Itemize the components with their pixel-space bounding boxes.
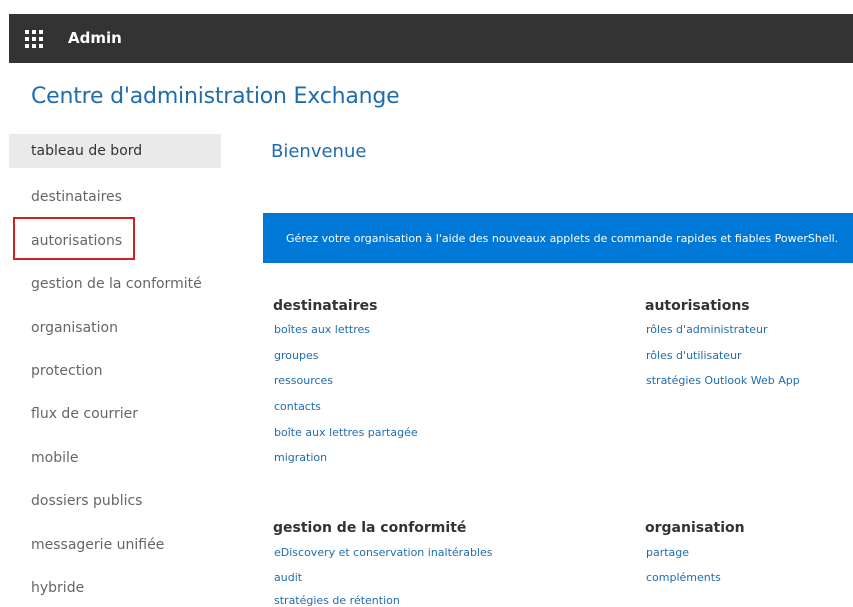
sidebar-item-tableau-de-bord[interactable]: tableau de bord [9, 134, 221, 168]
link-partage[interactable]: partage [646, 546, 689, 559]
sidebar-item-hybride[interactable]: hybride [9, 568, 221, 602]
link-roles-utilisateur[interactable]: rôles d'utilisateur [646, 349, 742, 362]
link-strategies-de-retention[interactable]: stratégies de rétention [274, 594, 400, 607]
top-bar: Admin [9, 14, 853, 63]
link-contacts[interactable]: contacts [274, 400, 321, 413]
sidebar-item-label: gestion de la conformité [31, 276, 202, 292]
sidebar-item-gestion-conformite[interactable]: gestion de la conformité [9, 264, 221, 298]
welcome-heading: Bienvenue [271, 141, 367, 162]
admin-center-page: Admin Centre d'administration Exchange t… [0, 0, 853, 607]
link-ressources[interactable]: ressources [274, 374, 333, 387]
sidebar-item-organisation[interactable]: organisation [9, 308, 221, 342]
sidebar-item-label: messagerie unifiée [31, 537, 165, 553]
link-migration[interactable]: migration [274, 451, 327, 464]
banner-text: Gérez votre organisation à l'aide des no… [286, 232, 839, 245]
sidebar-item-label: protection [31, 363, 103, 379]
sidebar-nav: tableau de bord destinataires autorisati… [9, 130, 221, 606]
sidebar-item-destinataires[interactable]: destinataires [9, 177, 221, 211]
link-ediscovery[interactable]: eDiscovery et conservation inaltérables [274, 546, 492, 559]
link-boites-aux-lettres[interactable]: boîtes aux lettres [274, 323, 370, 336]
sidebar-item-protection[interactable]: protection [9, 351, 221, 385]
link-audit[interactable]: audit [274, 571, 302, 584]
sidebar-item-flux-de-courrier[interactable]: flux de courrier [9, 394, 221, 428]
sidebar-item-mobile[interactable]: mobile [9, 438, 221, 472]
page-title: Centre d'administration Exchange [31, 84, 400, 109]
sidebar-item-label: flux de courrier [31, 406, 139, 422]
section-title-organisation: organisation [645, 520, 745, 536]
sidebar-item-dossiers-publics[interactable]: dossiers publics [9, 481, 221, 515]
sidebar-item-label: destinataires [31, 189, 122, 205]
link-boite-aux-lettres-partagee[interactable]: boîte aux lettres partagée [274, 426, 418, 439]
left-edge [0, 0, 9, 606]
link-roles-administrateur[interactable]: rôles d'administrateur [646, 323, 767, 336]
sidebar-item-label: tableau de bord [31, 143, 143, 159]
section-title-destinataires: destinataires [273, 298, 378, 314]
link-complements[interactable]: compléments [646, 571, 721, 584]
link-groupes[interactable]: groupes [274, 349, 318, 362]
link-strategies-outlook-web-app[interactable]: stratégies Outlook Web App [646, 374, 800, 387]
sidebar-item-label: mobile [31, 450, 79, 466]
app-name[interactable]: Admin [68, 29, 122, 47]
sidebar-item-label: dossiers publics [31, 493, 143, 509]
section-title-gestion-conformite: gestion de la conformité [273, 520, 467, 536]
powershell-banner[interactable]: Gérez votre organisation à l'aide des no… [263, 213, 853, 263]
sidebar-item-label: hybride [31, 580, 85, 596]
highlight-annotation-box [13, 217, 135, 260]
app-launcher-waffle-icon[interactable] [25, 30, 43, 48]
section-title-autorisations: autorisations [645, 298, 750, 314]
sidebar-item-messagerie-unifiee[interactable]: messagerie unifiée [9, 525, 221, 559]
sidebar-item-label: organisation [31, 320, 118, 336]
